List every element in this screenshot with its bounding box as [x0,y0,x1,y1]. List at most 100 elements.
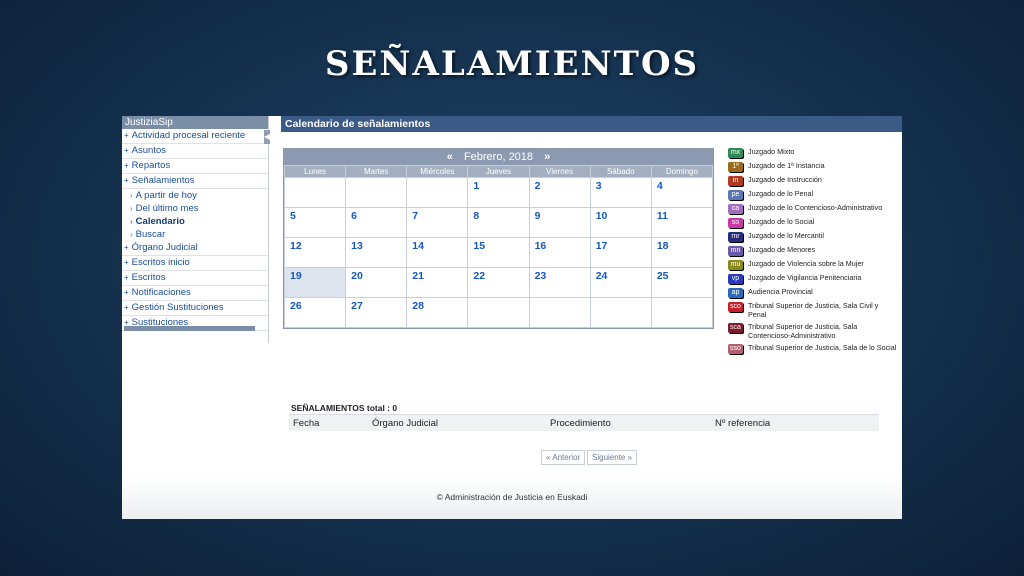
sidebar-nav: + Actividad procesal reciente + Asuntos + Rep… [122,129,268,331]
calendar-day[interactable]: 17 [589,237,652,268]
weekday-header: Lunes [283,165,347,178]
sidebar-item-label: Calendario [135,216,185,227]
sidebar-item[interactable]: + Señalamientos [122,174,268,189]
legend-item: pe Juzgado de lo Penal [728,189,898,200]
calendar-day[interactable]: 11 [650,207,714,238]
sidebar-item[interactable]: + Asuntos [122,144,268,159]
plus-icon: + [124,161,129,170]
calendar-day[interactable]: 15 [467,237,530,268]
calendar-day[interactable]: 9 [528,207,591,238]
plus-icon: + [124,288,129,297]
calendar-week: 12 13 14 15 16 17 18 [283,237,714,268]
sidebar-item[interactable]: + Escritos [122,271,268,286]
calendar-day[interactable]: 13 [345,237,408,268]
court-code-badge: pe [728,190,743,200]
next-page-button[interactable]: Siguiente » [587,450,638,465]
calendar-empty-cell [528,297,591,328]
results-total: SEÑALAMIENTOS total : 0 [291,403,398,413]
calendar-day[interactable]: 18 [650,237,714,268]
weekday-header: Miércoles [406,165,469,178]
sidebar-item[interactable]: › A partir de hoy [122,189,268,202]
calendar-day[interactable]: 1 [467,177,530,208]
plus-icon: + [124,258,129,267]
sidebar-item[interactable]: › Buscar [122,228,268,241]
calendar-day[interactable]: 6 [345,207,408,238]
legend-label: Juzgado de Instrucción [748,175,822,184]
sidebar-item[interactable]: + Escritos inicio [122,256,268,271]
calendar-day[interactable]: 2 [528,177,591,208]
collapse-sidebar-icon[interactable]: ◀ [264,130,270,144]
legend-item: mr Juzgado de lo Mercantil [728,231,898,242]
sidebar-item[interactable]: + Actividad procesal reciente [122,129,268,144]
court-code-badge: sca [728,323,743,333]
legend-label: Juzgado de Vigilancia Penitenciaria [748,273,862,282]
calendar-day[interactable]: 4 [650,177,714,208]
calendar-day[interactable]: 26 [283,297,347,328]
calendar-month-label: Febrero, 2018 [463,151,534,163]
calendar-week: 5 6 7 8 9 10 11 [283,207,714,238]
sidebar-item[interactable]: + Órgano Judicial [122,241,268,256]
sidebar-item-label: Escritos [131,272,166,283]
sidebar-item-label: Repartos [131,160,171,171]
legend-label: Tribunal Superior de Justicia, Sala Cont… [748,322,858,340]
sidebar-item-label: A partir de hoy [135,190,197,201]
sidebar-item[interactable]: + Gestión Sustituciones [122,301,268,316]
calendar-day[interactable]: 8 [467,207,530,238]
calendar-empty-cell [406,177,469,208]
chevron-right-icon: › [130,191,133,200]
column-header-referencia[interactable]: Nº referencia [715,418,770,429]
sidebar-item[interactable]: › Calendario [122,215,268,228]
calendar-day[interactable]: 27 [345,297,408,328]
calendar-day[interactable]: 24 [589,267,652,298]
prev-month-button[interactable]: « [447,151,453,163]
court-code-badge: ap [728,288,743,298]
sidebar-item-label: Buscar [135,229,166,240]
calendar-day[interactable]: 5 [283,207,347,238]
calendar-day[interactable]: 19 [283,267,347,298]
next-month-button[interactable]: » [544,151,550,163]
legend-label: Juzgado de 1ª Instancia [748,161,825,170]
sidebar: JustiziaSip + Actividad procesal reciente… [122,116,269,343]
column-header-procedimiento[interactable]: Procedimiento [550,418,611,429]
calendar-day[interactable]: 25 [650,267,714,298]
calendar-day[interactable]: 3 [589,177,652,208]
court-code-badge: in [728,176,743,186]
calendar-day[interactable]: 10 [589,207,652,238]
court-code-badge: sso [728,344,743,354]
sidebar-item[interactable]: › Del último mes [122,202,268,215]
calendar-empty-cell [345,177,408,208]
legend-item: sca Tribunal Superior de Justicia, Sala C… [728,322,898,340]
footer: © Administración de Justicia en Euskadi [122,476,902,519]
column-header-fecha[interactable]: Fecha [293,418,319,429]
calendar-day[interactable]: 14 [406,237,469,268]
legend-item: mn Juzgado de Menores [728,245,898,256]
calendar-day[interactable]: 16 [528,237,591,268]
sidebar-item[interactable]: + Repartos [122,159,268,174]
calendar-day[interactable]: 21 [406,267,469,298]
prev-page-button[interactable]: « Anterior [541,450,586,465]
legend-item: ca Juzgado de lo Contencioso-Administrati… [728,203,898,214]
slide-title: SEÑALAMIENTOS [324,44,700,84]
sidebar-item-label: Señalamientos [131,175,195,186]
legend-label: Audiencia Provincial [748,287,813,296]
court-code-badge: mr [728,232,743,242]
legend-item: sco Tribunal Superior de Justicia, Sala C… [728,301,898,319]
column-header-organo[interactable]: Órgano Judicial [372,418,438,429]
page-title: Calendario de señalamientos [281,116,902,132]
legend-label: Juzgado de lo Mercantil [748,231,824,240]
legend-item: vp Juzgado de Vigilancia Penitenciaria [728,273,898,284]
calendar-day[interactable]: 23 [528,267,591,298]
calendar-day[interactable]: 20 [345,267,408,298]
calendar-day[interactable]: 7 [406,207,469,238]
calendar-day[interactable]: 12 [283,237,347,268]
weekday-header: Domingo [650,165,714,178]
calendar-week: 26 27 28 [283,297,714,328]
calendar-day[interactable]: 28 [406,297,469,328]
sidebar-item[interactable]: + Notificaciones [122,286,268,301]
calendar-day[interactable]: 22 [467,267,530,298]
legend: mx Juzgado Mixto 1ª Juzgado de 1ª Instancia… [728,147,898,357]
plus-icon: + [124,131,129,140]
sidebar-item-label: Gestión Sustituciones [131,302,224,313]
legend-label: Juzgado de Violencia sobre la Mujer [748,259,864,268]
app-window: JustiziaSip + Actividad procesal reciente… [122,116,902,519]
